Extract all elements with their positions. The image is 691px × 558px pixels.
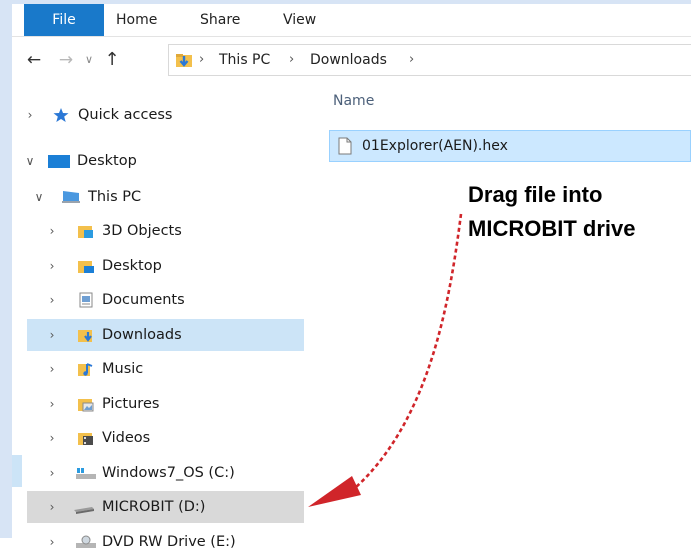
nav-item-documents[interactable]: › Documents [27, 284, 304, 316]
ribbon: File Home Share View [12, 4, 691, 37]
address-row: ← → ∨ ↑ › This PC › Downloads › [12, 44, 691, 76]
music-icon [78, 363, 93, 376]
drag-instruction-callout: Drag file into MICROBIT drive [468, 178, 635, 246]
chevron-right-icon[interactable]: › [45, 526, 59, 558]
chevron-right-icon[interactable]: › [45, 457, 59, 489]
breadcrumb-separator-icon[interactable]: › [409, 45, 414, 75]
chevron-right-icon[interactable]: › [45, 388, 59, 420]
nav-item-microbit-drive[interactable]: › MICROBIT (D:) [27, 491, 304, 523]
tab-file[interactable]: File [24, 4, 104, 36]
tab-view[interactable]: View [283, 4, 316, 36]
windows-drive-icon [76, 468, 96, 479]
callout-line-2: MICROBIT drive [468, 216, 636, 241]
chevron-right-icon[interactable]: › [45, 353, 59, 385]
drag-arrow-line [354, 213, 463, 489]
callout-line-1: Drag file into [468, 182, 603, 207]
nav-item-desktop[interactable]: › Desktop [27, 250, 304, 282]
nav-item-this-pc[interactable]: ∨ This PC [27, 181, 304, 213]
nav-item-quick-access[interactable]: › Quick access [27, 99, 304, 131]
breadcrumb-separator-icon[interactable]: › [199, 45, 204, 75]
videos-icon [78, 433, 93, 445]
nav-item-videos[interactable]: › Videos [27, 422, 304, 454]
up-arrow-icon[interactable]: ↑ [100, 44, 124, 76]
address-bar[interactable]: › This PC › Downloads › [168, 44, 691, 76]
cube-folder-icon [78, 226, 93, 238]
file-name: 01Explorer(AEN).hex [362, 138, 508, 154]
desktop-folder-icon [78, 261, 94, 273]
breadcrumb-downloads[interactable]: Downloads [310, 45, 387, 75]
recent-locations-chevron-icon[interactable]: ∨ [80, 44, 98, 76]
window-frame-left [0, 0, 12, 538]
nav-item-windows-drive[interactable]: › Windows7_OS (C:) [27, 457, 304, 489]
drag-arrow-head [308, 476, 361, 507]
chevron-right-icon[interactable]: › [45, 284, 59, 316]
tab-home[interactable]: Home [116, 4, 157, 36]
documents-icon [79, 292, 93, 308]
chevron-right-icon[interactable]: › [45, 250, 59, 282]
back-arrow-icon[interactable]: ← [22, 44, 46, 76]
star-icon [53, 108, 69, 122]
nav-item-dvd-drive[interactable]: › DVD RW Drive (E:) [27, 526, 304, 558]
forward-arrow-icon[interactable]: → [54, 44, 78, 76]
chevron-right-icon[interactable]: › [45, 215, 59, 247]
pictures-icon [78, 399, 94, 412]
usb-drive-icon [74, 507, 94, 514]
chevron-down-icon[interactable]: ∨ [32, 181, 46, 213]
nav-item-music[interactable]: › Music [27, 353, 304, 385]
breadcrumb-this-pc[interactable]: This PC [219, 45, 270, 75]
chevron-right-icon[interactable]: › [45, 422, 59, 454]
nav-item-desktop-root[interactable]: ∨ Desktop [26, 145, 304, 177]
desktop-icon [48, 155, 70, 168]
navigation-pane: › Quick access ∨ Desktop ∨ This PC › 3D … [12, 86, 312, 550]
tab-share[interactable]: Share [200, 4, 240, 36]
nav-item-3d-objects[interactable]: › 3D Objects [27, 215, 304, 247]
dvd-drive-icon [76, 535, 96, 548]
chevron-right-icon[interactable]: › [23, 99, 37, 131]
column-header-name[interactable]: Name [333, 93, 374, 109]
downloads-folder-icon [176, 54, 192, 67]
chevron-right-icon[interactable]: › [45, 491, 59, 523]
downloads-icon [78, 330, 92, 342]
nav-item-pictures[interactable]: › Pictures [27, 388, 304, 420]
file-icon [338, 137, 352, 155]
computer-icon [62, 191, 80, 203]
chevron-right-icon[interactable]: › [45, 319, 59, 351]
file-item-hex[interactable]: 01Explorer(AEN).hex [329, 130, 691, 162]
breadcrumb-separator-icon[interactable]: › [289, 45, 294, 75]
nav-item-downloads[interactable]: › Downloads [27, 319, 304, 351]
chevron-down-icon[interactable]: ∨ [23, 145, 37, 177]
